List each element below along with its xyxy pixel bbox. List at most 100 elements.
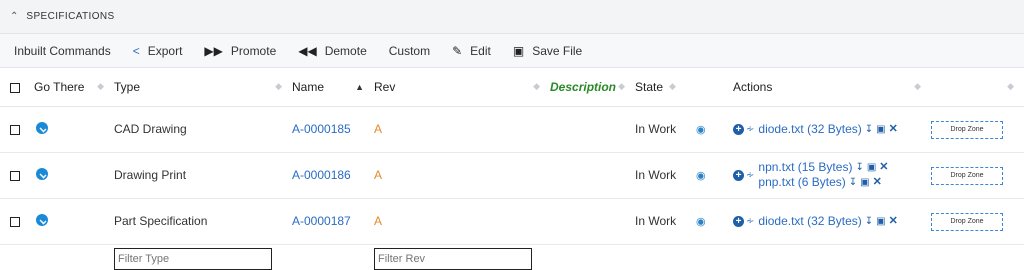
filter-rev-input[interactable] (374, 248, 532, 270)
delete-icon[interactable]: ✕ (873, 175, 882, 190)
header-actions[interactable]: Actions ◆ (733, 68, 931, 107)
delete-icon[interactable]: ✕ (889, 122, 898, 137)
save-file-label: Save File (532, 43, 583, 58)
state-cell: In Work (635, 152, 696, 199)
name-link[interactable]: A-0000187 (292, 214, 351, 228)
sort-ascending-icon[interactable]: ▲ (355, 82, 364, 92)
description-cell (550, 198, 635, 245)
subscribe-icon[interactable]: ∻ (746, 170, 754, 181)
add-file-icon[interactable]: + (733, 169, 744, 181)
filter-type-input[interactable] (114, 248, 272, 270)
share-icon: < (132, 43, 140, 58)
header-select-all[interactable] (0, 68, 34, 107)
eye-icon[interactable]: ◉ (696, 216, 706, 228)
drop-zone[interactable]: Drop Zone (931, 120, 1003, 139)
demote-button[interactable]: ◀◀ Demote (298, 44, 367, 58)
sort-icon[interactable]: ◆ (1007, 81, 1014, 92)
edit-icon: ✎ (452, 43, 463, 58)
sort-icon[interactable]: ◆ (533, 81, 540, 92)
description-cell (550, 106, 635, 153)
table-row[interactable]: Drawing Print A-0000186 A In Work ◉ + ∻ … (0, 152, 1024, 199)
demote-label: Demote (324, 43, 367, 58)
rev-value: A (374, 122, 383, 136)
header-type[interactable]: Type ◆ (114, 68, 292, 107)
header-name[interactable]: Name ▲ (292, 68, 374, 107)
name-header-label: Name (292, 79, 325, 94)
select-all-checkbox[interactable] (10, 82, 20, 93)
actions-header-label: Actions (733, 79, 773, 94)
drop-zone[interactable]: Drop Zone (931, 212, 1003, 231)
state-cell: In Work (635, 106, 696, 153)
fast-forward-icon: ▶▶ (204, 43, 223, 58)
floppy-disk-icon: ▣ (512, 43, 525, 58)
export-button[interactable]: < Export (133, 44, 183, 58)
add-file-icon[interactable]: + (733, 215, 744, 227)
chevron-up-icon[interactable]: ⌃ (10, 11, 18, 22)
edit-label: Edit (470, 43, 491, 58)
lock-icon[interactable]: ▣ (876, 122, 885, 137)
add-file-icon[interactable]: + (733, 123, 744, 135)
file-link[interactable]: diode.txt (32 Bytes) (758, 122, 861, 137)
header-state[interactable]: State ◆ (635, 68, 696, 107)
table-row[interactable]: CAD Drawing A-0000185 A In Work ◉ + ∻ di… (0, 106, 1024, 153)
go-there-header-label: Go There (34, 79, 85, 94)
promote-button[interactable]: ▶▶ Promote (204, 44, 276, 58)
download-icon[interactable]: ↧ (855, 160, 863, 175)
section-header[interactable]: ⌃ SPECIFICATIONS (0, 0, 1024, 34)
description-cell (550, 152, 635, 199)
header-go-there[interactable]: Go There ◆ (34, 68, 114, 107)
export-label: Export (147, 43, 183, 58)
type-cell: Part Specification (114, 198, 292, 245)
description-header-label: Description (550, 79, 617, 94)
header-rev[interactable]: Rev ◆ (374, 68, 550, 107)
file-link[interactable]: pnp.txt (6 Bytes) (758, 175, 845, 190)
row-checkbox[interactable] (10, 216, 20, 227)
eye-icon[interactable]: ◉ (696, 124, 706, 136)
section-title: SPECIFICATIONS (26, 11, 115, 22)
lock-icon[interactable]: ▣ (860, 175, 869, 190)
table-row[interactable]: Part Specification A-0000187 A In Work ◉… (0, 198, 1024, 245)
rev-value: A (374, 168, 383, 182)
rewind-icon: ◀◀ (298, 43, 317, 58)
header-dropzone: ◆ (931, 68, 1024, 107)
promote-label: Promote (230, 43, 277, 58)
subscribe-icon[interactable]: ∻ (746, 124, 754, 135)
header-description[interactable]: Description ◆ (550, 68, 635, 107)
inbuilt-commands-label: Inbuilt Commands (14, 43, 111, 58)
sort-icon[interactable]: ◆ (669, 81, 676, 92)
delete-icon[interactable]: ✕ (889, 214, 898, 229)
subscribe-icon[interactable]: ∻ (746, 216, 754, 227)
name-link[interactable]: A-0000186 (292, 168, 351, 182)
type-cell: Drawing Print (114, 152, 292, 199)
state-header-label: State (635, 79, 664, 94)
filter-row (0, 244, 1024, 270)
go-there-icon[interactable] (36, 121, 48, 134)
download-icon[interactable]: ↧ (865, 214, 873, 229)
state-cell: In Work (635, 198, 696, 245)
edit-button[interactable]: ✎ Edit (452, 44, 491, 58)
inbuilt-commands-menu[interactable]: Inbuilt Commands (14, 44, 111, 58)
eye-icon[interactable]: ◉ (696, 170, 706, 182)
sort-icon[interactable]: ◆ (914, 81, 921, 92)
row-checkbox[interactable] (10, 170, 20, 181)
sort-icon[interactable]: ◆ (618, 81, 625, 92)
go-there-icon[interactable] (36, 213, 48, 226)
custom-menu[interactable]: Custom (389, 44, 430, 58)
row-checkbox[interactable] (10, 124, 20, 135)
go-there-icon[interactable] (36, 167, 48, 180)
download-icon[interactable]: ↧ (849, 175, 857, 190)
download-icon[interactable]: ↧ (865, 122, 873, 137)
file-link[interactable]: npn.txt (15 Bytes) (758, 160, 852, 175)
name-link[interactable]: A-0000185 (292, 122, 351, 136)
file-link[interactable]: diode.txt (32 Bytes) (758, 214, 861, 229)
actions-cell: + ∻ npn.txt (15 Bytes) ↧ ▣ ✕ pnp.txt (6 … (733, 160, 931, 190)
specifications-table: Go There ◆ Type ◆ Name ▲ Rev ◆ Description ◆ … (0, 68, 1024, 270)
sort-icon[interactable]: ◆ (97, 81, 104, 92)
drop-zone[interactable]: Drop Zone (931, 166, 1003, 185)
sort-icon[interactable]: ◆ (275, 81, 282, 92)
save-file-button[interactable]: ▣ Save File (513, 44, 582, 58)
header-preview (696, 68, 733, 107)
delete-icon[interactable]: ✕ (879, 160, 888, 175)
lock-icon[interactable]: ▣ (876, 214, 885, 229)
lock-icon[interactable]: ▣ (867, 160, 876, 175)
